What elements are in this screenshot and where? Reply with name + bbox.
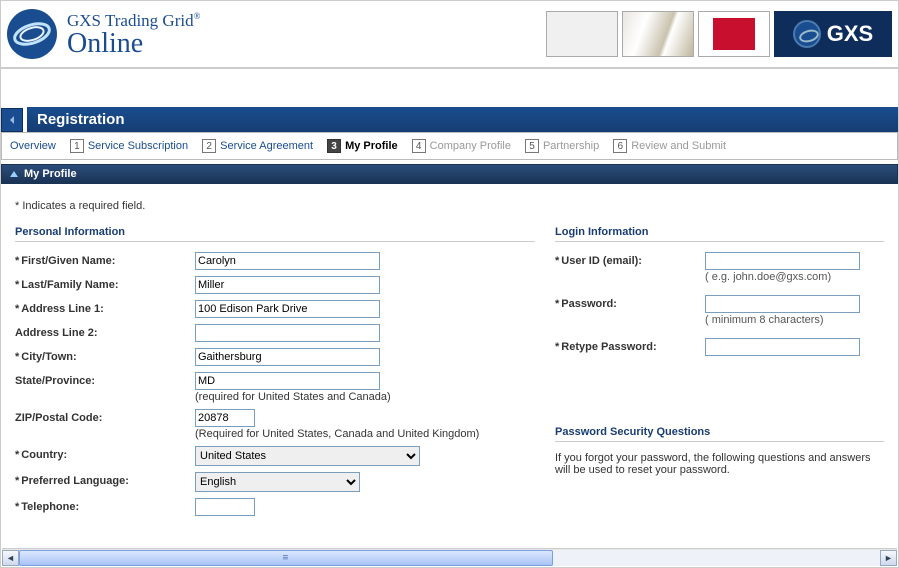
step-service-agreement[interactable]: Service Agreement <box>220 140 313 152</box>
page-title: Registration <box>27 107 898 132</box>
security-questions-header: Password Security Questions <box>555 426 884 442</box>
panel-header[interactable]: My Profile <box>1 164 898 184</box>
scroll-track[interactable] <box>19 550 880 566</box>
retype-password-input[interactable] <box>705 338 860 356</box>
password-label: Password: <box>561 298 617 310</box>
step-1-num: 1 <box>70 139 84 153</box>
userid-label: User ID (email): <box>561 255 642 267</box>
address1-label: Address Line 1: <box>21 303 104 315</box>
security-questions-text: If you forgot your password, the followi… <box>555 452 884 476</box>
telephone-label: Telephone: <box>21 501 79 513</box>
step-review-submit: Review and Submit <box>631 140 726 152</box>
address2-label: Address Line 2: <box>15 327 98 339</box>
address2-input[interactable] <box>195 324 380 342</box>
country-label: Country: <box>21 449 67 461</box>
language-label: Preferred Language: <box>21 475 129 487</box>
login-info-header: Login Information <box>555 226 884 242</box>
last-name-label: Last/Family Name: <box>21 279 118 291</box>
brand-text: GXS Trading Grid® Online <box>67 11 200 57</box>
state-label: State/Province: <box>15 375 95 387</box>
wizard-steps: Overview 1 Service Subscription 2 Service … <box>1 132 898 160</box>
telephone-input[interactable] <box>195 498 255 516</box>
step-5-num: 5 <box>525 139 539 153</box>
header-tile-blank <box>546 11 618 57</box>
step-3-num: 3 <box>327 139 341 153</box>
gxs-badge-text: GXS <box>827 21 873 47</box>
horizontal-scrollbar[interactable]: ◄ ► <box>2 548 897 566</box>
zip-hint: (Required for United States, Canada and … <box>195 428 535 440</box>
zip-input[interactable] <box>195 409 255 427</box>
last-name-input[interactable] <box>195 276 380 294</box>
scroll-thumb[interactable] <box>19 550 553 566</box>
state-hint: (required for United States and Canada) <box>195 391 535 403</box>
header-tiles: GXS <box>546 11 892 57</box>
password-hint: ( minimum 8 characters) <box>705 314 884 326</box>
step-4-num: 4 <box>412 139 426 153</box>
first-name-input[interactable] <box>195 252 380 270</box>
folders-icon <box>622 11 694 57</box>
brand-logo-icon <box>7 9 57 59</box>
app-header: GXS Trading Grid® Online GXS <box>1 1 898 69</box>
personal-info-header: Personal Information <box>15 226 535 242</box>
step-company-profile: Company Profile <box>430 140 511 152</box>
step-overview[interactable]: Overview <box>10 140 56 152</box>
userid-hint: ( e.g. john.doe@gxs.com) <box>705 271 884 283</box>
brand-line2: Online <box>67 31 200 57</box>
step-my-profile: My Profile <box>345 140 398 152</box>
city-label: City/Town: <box>21 351 76 363</box>
collapse-icon <box>10 171 18 177</box>
scroll-left-icon[interactable]: ◄ <box>2 550 19 566</box>
step-6-num: 6 <box>613 139 627 153</box>
state-input[interactable] <box>195 372 380 390</box>
language-select[interactable]: English <box>195 472 360 492</box>
panel-body: * Indicates a required field. Personal I… <box>1 184 898 530</box>
scroll-right-icon[interactable]: ► <box>880 550 897 566</box>
city-input[interactable] <box>195 348 380 366</box>
panel-title: My Profile <box>24 168 77 180</box>
brand-block: GXS Trading Grid® Online <box>7 9 200 59</box>
required-note: * Indicates a required field. <box>15 200 884 212</box>
step-service-subscription[interactable]: Service Subscription <box>88 140 188 152</box>
first-name-label: First/Given Name: <box>21 255 115 267</box>
retype-password-label: Retype Password: <box>561 341 656 353</box>
userid-input[interactable] <box>705 252 860 270</box>
gxs-orbit-icon <box>793 20 821 48</box>
password-input[interactable] <box>705 295 860 313</box>
shopping-bag-icon <box>698 11 770 57</box>
step-2-num: 2 <box>202 139 216 153</box>
step-partnership: Partnership <box>543 140 599 152</box>
address1-input[interactable] <box>195 300 380 318</box>
collapse-sidebar-button[interactable] <box>1 108 23 132</box>
zip-label: ZIP/Postal Code: <box>15 412 102 424</box>
gxs-badge: GXS <box>774 11 892 57</box>
brand-reg: ® <box>194 11 201 21</box>
country-select[interactable]: United States <box>195 446 420 466</box>
